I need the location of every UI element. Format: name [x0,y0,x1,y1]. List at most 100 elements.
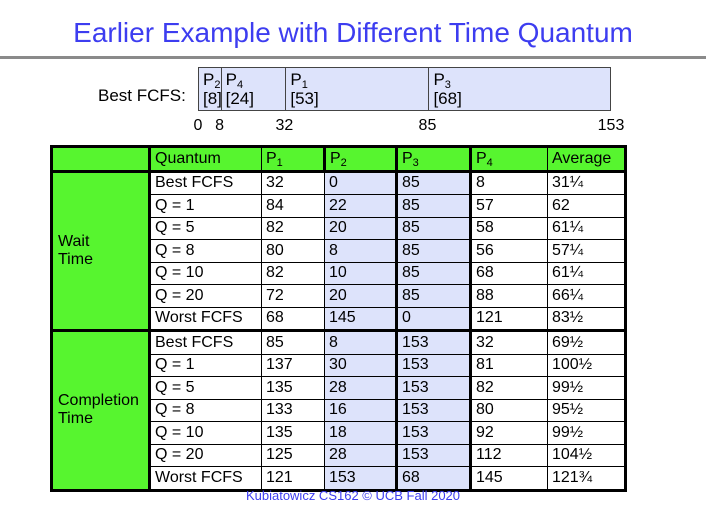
cell-average: 57¼ [547,239,626,263]
cell-average: 100½ [547,353,626,377]
cell-p1: 85 [261,330,325,355]
gantt-tick-label: 32 [275,117,294,134]
cell-quantum: Best FCFS [149,330,262,355]
gantt-tick-label: 0 [193,117,203,134]
cell-quantum: Q = 20 [149,284,262,308]
cell-p3: 153 [395,330,471,355]
header-quantum: Quantum [149,146,262,173]
gantt-segment: P2 [8] [199,68,222,110]
cell-p2: 10 [324,261,397,285]
cell-p2: 145 [324,306,397,332]
cell-p4: 81 [469,353,548,377]
cell-quantum: Q = 5 [149,216,262,240]
cell-quantum: Worst FCFS [149,466,262,492]
cell-p3: 0 [395,306,471,332]
segment-burst: [68] [433,89,462,108]
cell-p2: 20 [324,284,397,308]
cell-p4: 32 [469,330,548,355]
table-row: Completion Time Best FCFS 85 8 153 32 69½ [51,330,626,492]
header-p1: P1 [261,146,325,173]
cell-p4: 56 [469,239,548,263]
cell-p4: 92 [469,421,548,445]
cell-p4: 121 [469,306,548,332]
gantt-segment: P1 [53] [285,68,428,110]
cell-p2: 28 [324,443,397,467]
cell-p2: 22 [324,194,397,218]
cell-p2: 16 [324,398,397,422]
gantt-tick-label: 85 [418,117,437,134]
segment-process: P3 [433,70,451,91]
cell-quantum: Q = 1 [149,194,262,218]
cell-p3: 85 [395,261,471,285]
header-p3: P3 [395,146,471,173]
cell-average: 61¼ [547,261,626,285]
cell-p3: 85 [395,239,471,263]
cell-p1: 135 [261,376,325,400]
schedule-table: Quantum P1 P2 P3 P4 Average Wait Time Best… [50,145,627,492]
cell-p1: 72 [261,284,325,308]
cell-p1: 80 [261,239,325,263]
cell-p2: 18 [324,421,397,445]
cell-p1: 125 [261,443,325,467]
cell-p4: 112 [469,443,548,467]
cell-p3: 153 [395,353,471,377]
gantt-tick-label: 8 [215,117,225,134]
group-label: Completion Time [51,330,151,492]
group-label: Wait Time [51,170,151,332]
cell-p3: 153 [395,421,471,445]
cell-quantum: Q = 1 [149,353,262,377]
segment-process: P2 [203,70,221,91]
footer-credit: Kubiatowicz CS162 © UCB Fall 2020 [245,488,461,503]
cell-average: 99½ [547,421,626,445]
cell-p3: 153 [395,443,471,467]
cell-p4: 8 [469,170,548,195]
cell-quantum: Q = 20 [149,443,262,467]
gantt-label: Best FCFS: [98,86,186,105]
cell-p2: 20 [324,216,397,240]
cell-average: 95½ [547,398,626,422]
segment-process: P4 [225,70,244,91]
cell-quantum: Q = 10 [149,261,262,285]
cell-p2: 30 [324,353,397,377]
gantt-chart: P2 [8] P4 [24] P1 [53] P3 [68] [198,67,611,111]
table-header-row: Quantum P1 P2 P3 P4 Average [51,146,626,173]
cell-p3: 85 [395,216,471,240]
cell-average: 83½ [547,306,626,332]
cell-p4: 57 [469,194,548,218]
cell-p1: 68 [261,306,325,332]
cell-p4: 58 [469,216,548,240]
cell-average: 99½ [547,376,626,400]
cell-quantum: Best FCFS [149,170,262,195]
segment-burst: [8] [203,89,222,108]
header-average: Average [547,146,626,173]
cell-p3: 85 [395,170,471,195]
segment-process: P1 [290,70,308,91]
cell-p4: 145 [469,466,548,492]
cell-p1: 135 [261,421,325,445]
cell-p2: 153 [324,466,397,492]
table-row: Wait Time Best FCFS 32 0 85 8 31¼ [51,170,626,332]
cell-p2: 8 [324,239,397,263]
cell-p1: 121 [261,466,325,492]
cell-quantum: Q = 8 [149,239,262,263]
slide-title: Earlier Example with Different Time Quan… [73,17,633,48]
cell-p1: 32 [261,170,325,195]
cell-average: 62 [547,194,626,218]
cell-p3: 85 [395,284,471,308]
cell-p3: 153 [395,398,471,422]
header-p4: P4 [469,146,548,173]
cell-p2: 28 [324,376,397,400]
segment-burst: [53] [290,89,319,108]
cell-p3: 153 [395,376,471,400]
cell-average: 31¼ [547,170,626,195]
header-empty [51,146,151,173]
cell-p4: 88 [469,284,548,308]
segment-burst: [24] [225,89,254,108]
cell-average: 61¼ [547,216,626,240]
cell-average: 104½ [547,443,626,467]
cell-average: 69½ [547,330,626,355]
cell-p1: 137 [261,353,325,377]
cell-p3: 68 [395,466,471,492]
cell-p2: 0 [324,170,397,195]
cell-p1: 133 [261,398,325,422]
